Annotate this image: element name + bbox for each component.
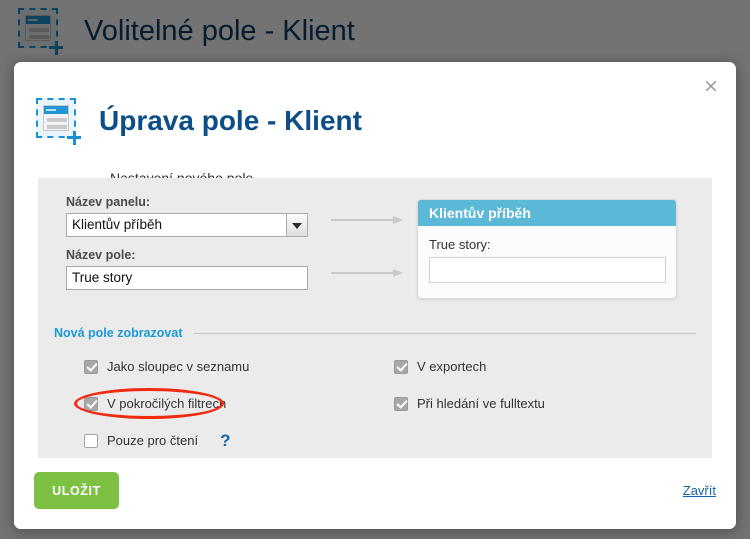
panel-name-label: Název panelu: bbox=[66, 195, 151, 209]
checkbox-row-fulltext-search[interactable]: Při hledání ve fulltextu bbox=[394, 394, 696, 413]
form-left-column: Název panelu: Klientův příběh Název pole… bbox=[66, 195, 311, 301]
arrow-head bbox=[393, 269, 403, 277]
modal-header: Úprava pole - Klient bbox=[14, 62, 736, 160]
arrow-shaft bbox=[331, 272, 393, 274]
custom-field-icon bbox=[36, 98, 82, 145]
checkbox-label: Při hledání ve fulltextu bbox=[417, 396, 545, 411]
window-line bbox=[47, 125, 67, 130]
checkbox-label: V pokročilých filtrech bbox=[107, 396, 227, 411]
checkbox-label: Jako sloupec v seznamu bbox=[107, 359, 250, 374]
help-icon[interactable]: ? bbox=[220, 432, 230, 449]
flow-arrow-icon bbox=[331, 269, 403, 277]
checkbox-read-only[interactable] bbox=[84, 433, 98, 448]
checkbox-row-read-only[interactable]: Pouze pro čtení ? bbox=[54, 431, 394, 450]
checkbox-as-list-column[interactable] bbox=[84, 359, 98, 374]
field-name-field: Název pole: True story bbox=[66, 248, 311, 290]
close-icon[interactable]: × bbox=[700, 76, 722, 98]
checkbox-label: V exportech bbox=[417, 359, 487, 374]
arrow-shaft bbox=[331, 219, 393, 221]
panel-name-field: Název panelu: Klientův příběh bbox=[66, 195, 311, 237]
checkbox-row-in-exports[interactable]: V exportech bbox=[394, 357, 696, 376]
checkbox-in-advanced-filters[interactable] bbox=[84, 396, 98, 411]
chevron-down-icon[interactable] bbox=[286, 214, 307, 236]
form-panel: Název panelu: Klientův příběh Název pole… bbox=[38, 178, 712, 458]
checkbox-grid: Jako sloupec v seznamu V pokročilých fil… bbox=[54, 357, 696, 468]
panel-name-select-value[interactable]: Klientův příběh bbox=[66, 213, 308, 237]
display-options-section: Nová pole zobrazovat Jako sloupec v sezn… bbox=[54, 326, 696, 468]
section-divider bbox=[193, 332, 696, 334]
checkbox-column-right: V exportech Při hledání ve fulltextu bbox=[394, 357, 696, 468]
modal-footer: ULOŽIT Zavřít bbox=[14, 458, 736, 529]
save-button[interactable]: ULOŽIT bbox=[34, 472, 119, 509]
checkbox-in-exports[interactable] bbox=[394, 359, 408, 374]
section-title: Nová pole zobrazovat bbox=[54, 326, 183, 340]
field-name-label: Název pole: bbox=[66, 248, 136, 262]
caret-glyph bbox=[292, 223, 302, 229]
checkbox-fulltext-search[interactable] bbox=[394, 396, 408, 411]
section-header: Nová pole zobrazovat bbox=[54, 326, 696, 340]
window-mock bbox=[43, 105, 69, 132]
modal-title: Úprava pole - Klient bbox=[99, 105, 362, 137]
close-link[interactable]: Zavřít bbox=[683, 483, 716, 498]
checkbox-row-as-list-column[interactable]: Jako sloupec v seznamu bbox=[54, 357, 394, 376]
arrow-head bbox=[393, 216, 403, 224]
window-titlebar bbox=[44, 106, 68, 115]
preview-field-label: True story: bbox=[429, 237, 491, 252]
checkbox-column-left: Jako sloupec v seznamu V pokročilých fil… bbox=[54, 357, 394, 468]
edit-field-modal: × Úprava pole - Klient Nastavení nového … bbox=[14, 62, 736, 529]
preview-field-input[interactable] bbox=[429, 257, 666, 283]
field-preview-card: Klientův příběh True story: bbox=[417, 199, 677, 299]
panel-name-select[interactable]: Klientův příběh bbox=[66, 213, 308, 237]
field-name-input[interactable]: True story bbox=[66, 266, 308, 290]
window-line bbox=[47, 118, 67, 123]
checkbox-row-in-advanced-filters[interactable]: V pokročilých filtrech bbox=[54, 388, 394, 419]
checkbox-label: Pouze pro čtení bbox=[107, 433, 199, 448]
preview-panel-header: Klientův příběh bbox=[418, 200, 676, 226]
flow-arrow-icon bbox=[331, 216, 403, 224]
plus-icon bbox=[72, 130, 76, 145]
